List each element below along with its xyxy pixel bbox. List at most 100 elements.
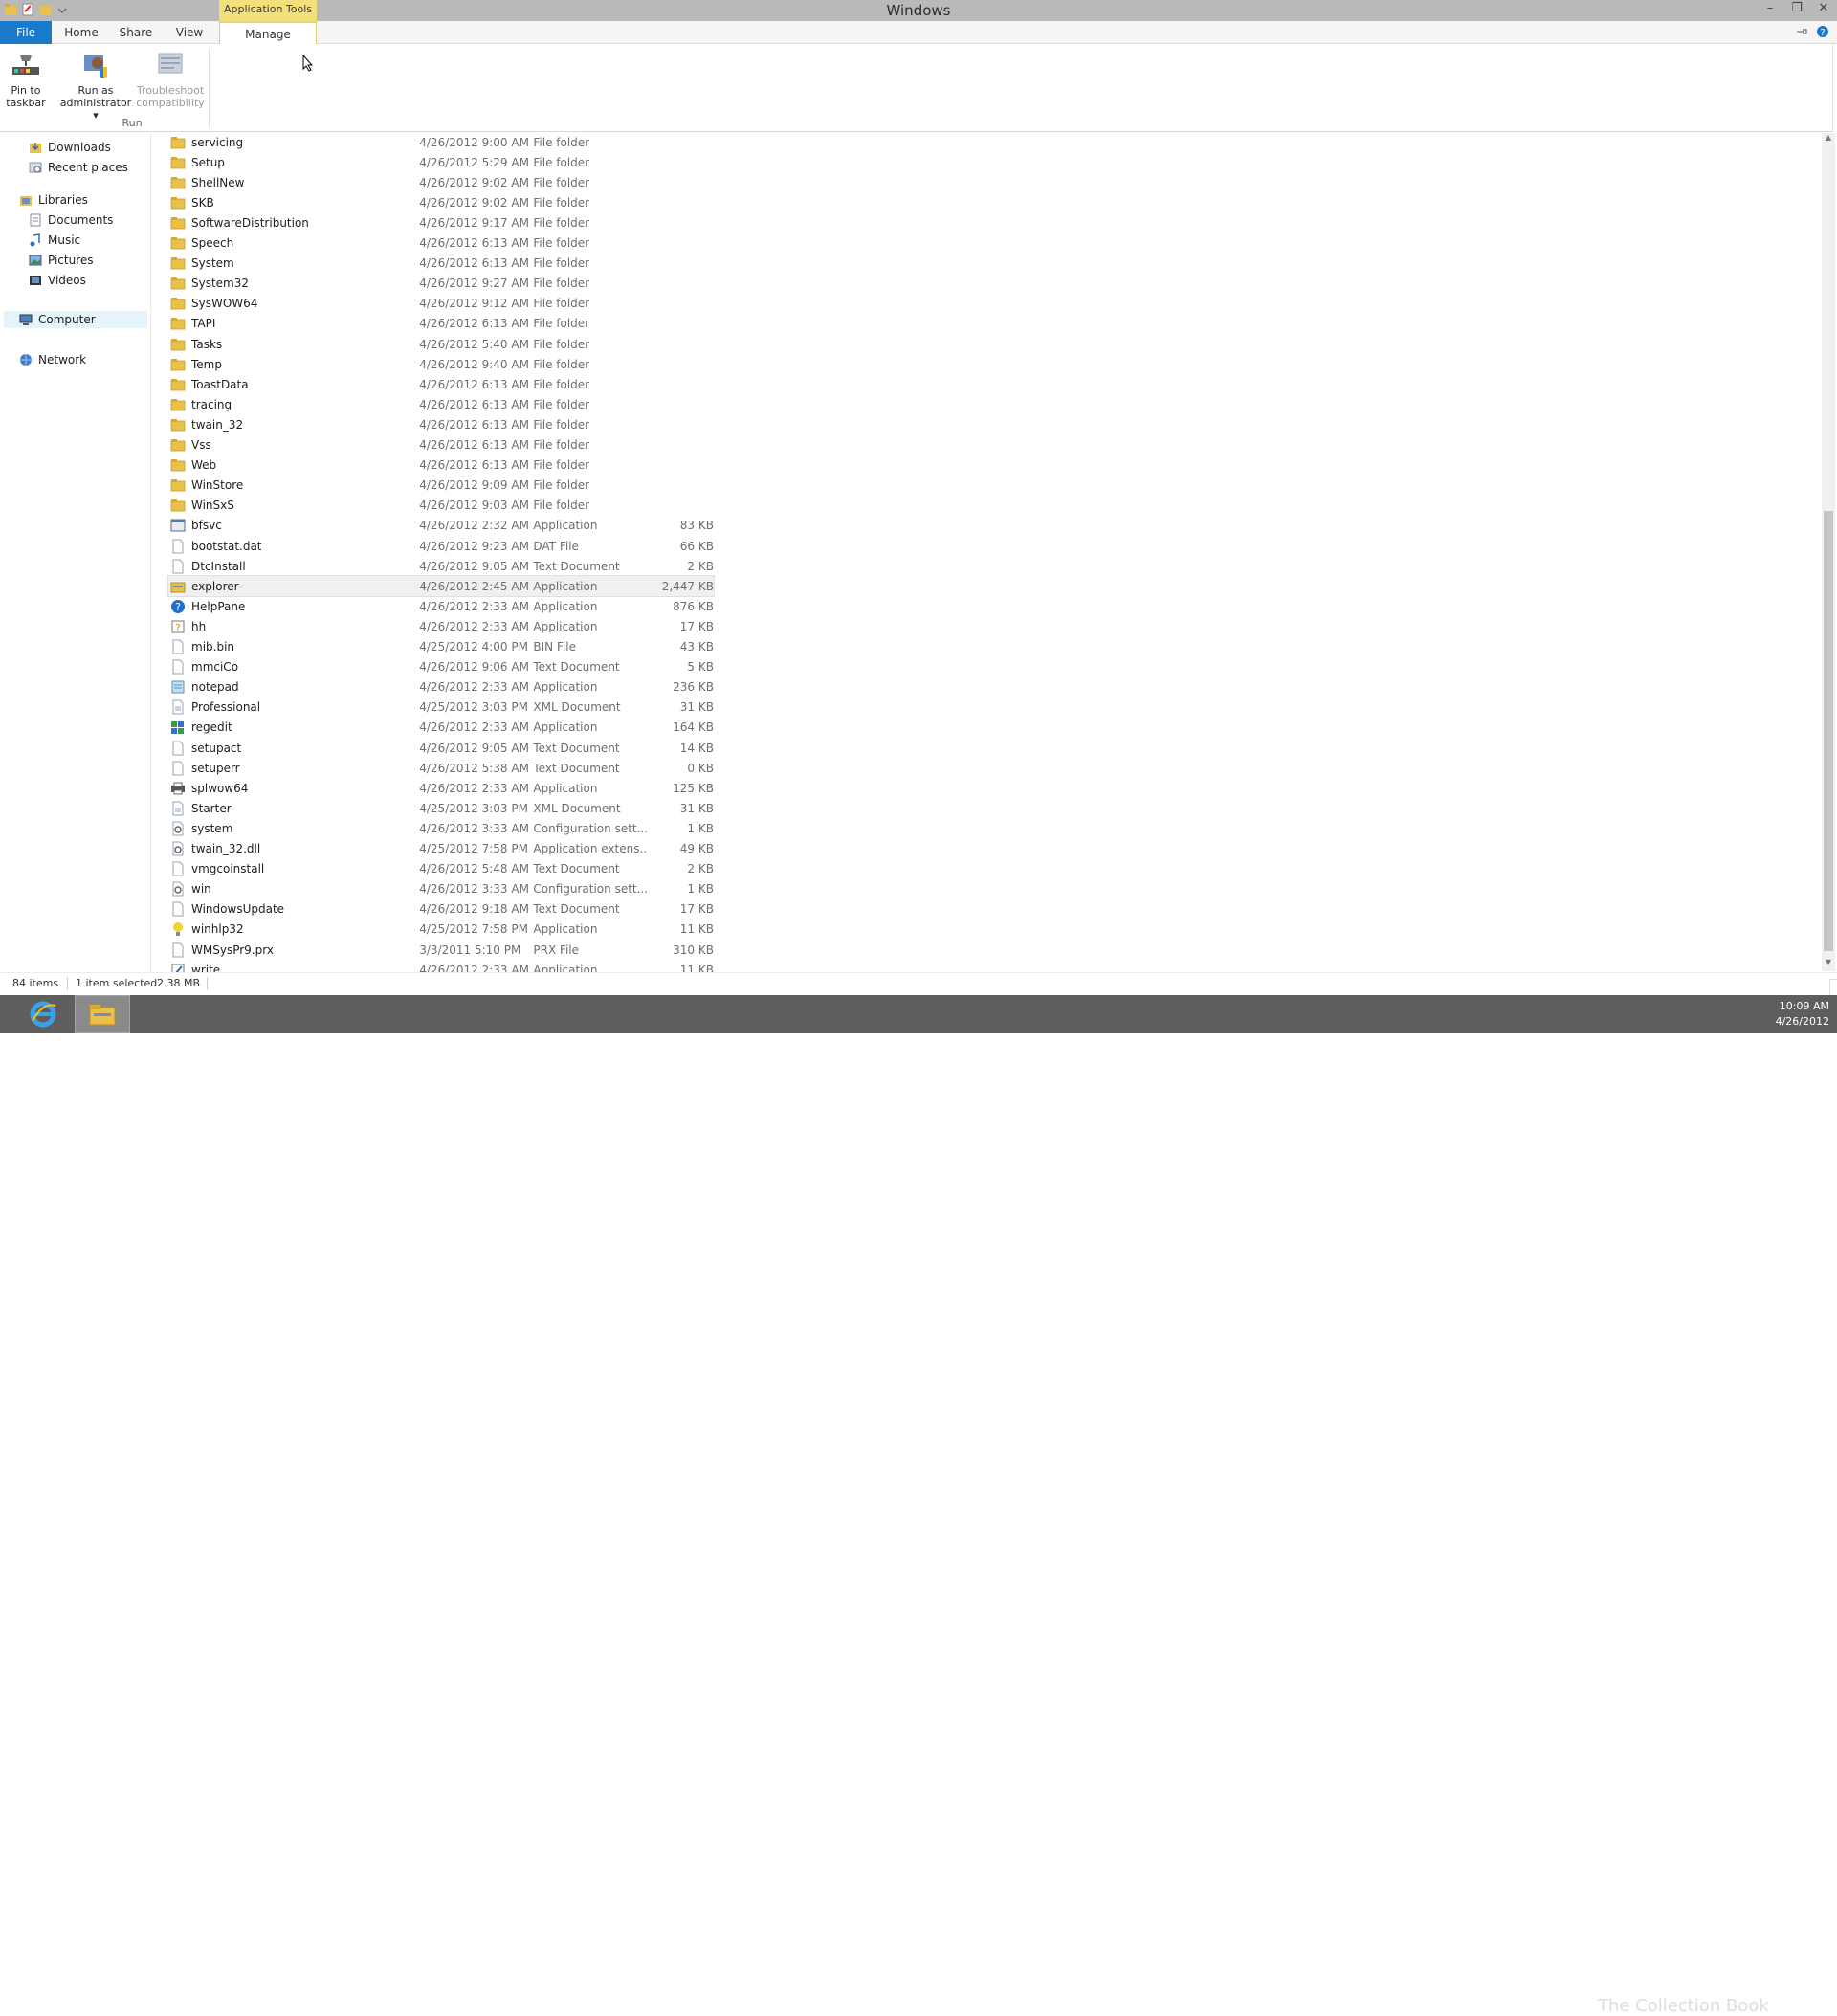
file-row[interactable]: servicing 4/26/2012 9:00 AM File folder: [168, 132, 714, 152]
file-row[interactable]: ToastData 4/26/2012 6:13 AM File folder: [168, 374, 714, 394]
file-size: 5 KB: [687, 660, 714, 675]
file-row[interactable]: bfsvc 4/26/2012 2:32 AM Application 83 KB: [168, 516, 714, 536]
file-row[interactable]: DtcInstall 4/26/2012 9:05 AM Text Document…: [168, 556, 714, 576]
file-row[interactable]: WinSxS 4/26/2012 9:03 AM File folder: [168, 496, 714, 516]
troubleshoot-label-line1: Troubleshoot: [136, 84, 205, 97]
nav-item-documents[interactable]: Documents: [29, 211, 113, 229]
file-row[interactable]: SoftwareDistribution 4/26/2012 9:17 AM Fil…: [168, 212, 714, 233]
file-type: File folder: [533, 297, 590, 311]
close-button[interactable]: ✕: [1816, 1, 1831, 16]
taskbar-internet-explorer[interactable]: [15, 995, 71, 1033]
folder-icon: [170, 276, 186, 291]
file-row[interactable]: setuperr 4/26/2012 5:38 AM Text Document 0 …: [168, 758, 714, 778]
scroll-up-arrow-icon[interactable]: ▲: [1822, 133, 1835, 146]
file-row[interactable]: System32 4/26/2012 9:27 AM File folder: [168, 274, 714, 294]
config-icon: [170, 881, 186, 897]
file-date-modified: 4/26/2012 3:33 AM: [419, 882, 529, 897]
file-row[interactable]: Temp 4/26/2012 9:40 AM File folder: [168, 354, 714, 374]
file-date-modified: 4/26/2012 5:40 AM: [419, 337, 529, 351]
file-row[interactable]: mmciCo 4/26/2012 9:06 AM Text Document 5 KB: [168, 657, 714, 677]
nav-item-downloads[interactable]: Downloads: [29, 139, 111, 156]
vertical-scrollbar[interactable]: ▲ ▼: [1822, 133, 1835, 971]
file-date-modified: 4/26/2012 6:13 AM: [419, 236, 529, 250]
file-row[interactable]: WMSysPr9.prx 3/3/2011 5:10 PM PRX File 310 …: [168, 940, 714, 960]
file-row[interactable]: Tasks 4/26/2012 5:40 AM File folder: [168, 334, 714, 354]
file-row[interactable]: SysWOW64 4/26/2012 9:12 AM File folder: [168, 294, 714, 314]
nav-item-recent-places[interactable]: Recent places: [29, 159, 128, 176]
file-date-modified: 4/26/2012 9:06 AM: [419, 660, 529, 675]
pin-to-taskbar-button[interactable]: Pin to taskbar: [6, 50, 46, 109]
file-name: notepad: [191, 680, 239, 695]
tab-home[interactable]: Home: [61, 21, 101, 44]
file-row[interactable]: explorer 4/26/2012 2:45 AM Application 2,44…: [167, 575, 715, 598]
nav-item-videos[interactable]: Videos: [29, 272, 86, 289]
file-row[interactable]: twain_32.dll 4/25/2012 7:58 PM Application…: [168, 839, 714, 859]
scroll-down-arrow-icon[interactable]: ▼: [1822, 958, 1835, 971]
file-row[interactable]: ? HelpPane 4/26/2012 2:33 AM Application 876…: [168, 596, 714, 616]
taskbar-file-explorer[interactable]: [75, 995, 130, 1033]
run-as-administrator-button[interactable]: Run as administrator ▾: [57, 50, 134, 122]
file-row[interactable]: mib.bin 4/25/2012 4:00 PM BIN File 43 KB: [168, 637, 714, 657]
large-icons-view-icon[interactable]: [1829, 979, 1837, 996]
help-icon[interactable]: ?: [1816, 25, 1829, 38]
file-row[interactable]: WindowsUpdate 4/26/2012 9:18 AM Text Docum…: [168, 899, 714, 919]
file-row[interactable]: system 4/26/2012 3:33 AM Configuration set…: [168, 818, 714, 838]
file-date-modified: 4/26/2012 9:27 AM: [419, 277, 529, 291]
nav-item-libraries[interactable]: Libraries: [19, 191, 88, 209]
file-type: Text Document: [533, 741, 620, 755]
file-icon: [170, 639, 186, 654]
file-row[interactable]: Professional 4/25/2012 3:03 PM XML Documen…: [168, 698, 714, 718]
nav-item-music[interactable]: Music: [29, 232, 80, 249]
file-row[interactable]: Starter 4/25/2012 3:03 PM XML Document 31 K…: [168, 798, 714, 818]
file-size: 164 KB: [673, 720, 714, 735]
tab-manage[interactable]: Manage: [219, 21, 317, 44]
nav-item-pictures[interactable]: Pictures: [29, 252, 94, 269]
config-icon: [170, 841, 186, 856]
tab-share[interactable]: Share: [115, 21, 157, 44]
file-row[interactable]: regedit 4/26/2012 2:33 AM Application 164 K…: [168, 718, 714, 738]
file-row[interactable]: SKB 4/26/2012 9:02 AM File folder: [168, 192, 714, 212]
file-row[interactable]: vmgcoinstall 4/26/2012 5:48 AM Text Docume…: [168, 859, 714, 879]
file-type: Application: [533, 680, 598, 695]
file-row[interactable]: ShellNew 4/26/2012 9:02 AM File folder: [168, 172, 714, 192]
file-row[interactable]: Vss 4/26/2012 6:13 AM File folder: [168, 435, 714, 455]
scrollbar-thumb[interactable]: [1824, 511, 1833, 951]
file-row[interactable]: WinStore 4/26/2012 9:09 AM File folder: [168, 476, 714, 496]
file-row[interactable]: Web 4/26/2012 6:13 AM File folder: [168, 455, 714, 476]
nav-label-downloads: Downloads: [48, 141, 111, 154]
folder-icon: [170, 175, 186, 190]
file-row[interactable]: splwow64 4/26/2012 2:33 AM Application 125 …: [168, 778, 714, 798]
file-row[interactable]: ? hh 4/26/2012 2:33 AM Application 17 KB: [168, 616, 714, 636]
file-name: Setup: [191, 155, 225, 169]
file-date-modified: 4/26/2012 9:40 AM: [419, 357, 529, 371]
file-row[interactable]: win 4/26/2012 3:33 AM Configuration sett..…: [168, 879, 714, 899]
nav-item-network[interactable]: Network: [19, 351, 86, 368]
file-row[interactable]: notepad 4/26/2012 2:33 AM Application 236 K…: [168, 677, 714, 698]
file-row[interactable]: winhlp32 4/25/2012 7:58 PM Application 11 K…: [168, 919, 714, 940]
file-row[interactable]: TAPI 4/26/2012 6:13 AM File folder: [168, 314, 714, 334]
tab-view[interactable]: View: [168, 21, 210, 44]
file-date-modified: 4/26/2012 5:38 AM: [419, 761, 529, 775]
file-size: 125 KB: [673, 781, 714, 795]
pin-ribbon-icon[interactable]: [1795, 25, 1808, 38]
system-tray[interactable]: 10:09 AM 4/26/2012: [1776, 999, 1829, 1030]
file-row[interactable]: Speech 4/26/2012 6:13 AM File folder: [168, 233, 714, 254]
file-type: Application: [533, 599, 598, 613]
file-row[interactable]: twain_32 4/26/2012 6:13 AM File folder: [168, 414, 714, 434]
nav-item-computer[interactable]: Computer: [4, 311, 147, 328]
file-row[interactable]: bootstat.dat 4/26/2012 9:23 AM DAT File 66 …: [168, 536, 714, 556]
file-row[interactable]: Setup 4/26/2012 5:29 AM File folder: [168, 152, 714, 172]
file-row[interactable]: System 4/26/2012 6:13 AM File folder: [168, 254, 714, 274]
file-row[interactable]: setupact 4/26/2012 9:05 AM Text Document 14…: [168, 738, 714, 758]
restore-button[interactable]: ❐: [1789, 1, 1804, 16]
file-icon: [170, 559, 186, 574]
nav-label-recent: Recent places: [48, 161, 128, 174]
troubleshoot-compatibility-button[interactable]: Troubleshoot compatibility: [134, 50, 207, 109]
pictures-icon: [29, 254, 42, 267]
minimize-button[interactable]: –: [1762, 1, 1778, 16]
folder-icon: [170, 155, 186, 170]
tab-file[interactable]: File: [0, 21, 52, 44]
file-date-modified: 4/25/2012 3:03 PM: [419, 700, 528, 715]
file-row[interactable]: tracing 4/26/2012 6:13 AM File folder: [168, 394, 714, 414]
folder-icon: [170, 437, 186, 453]
